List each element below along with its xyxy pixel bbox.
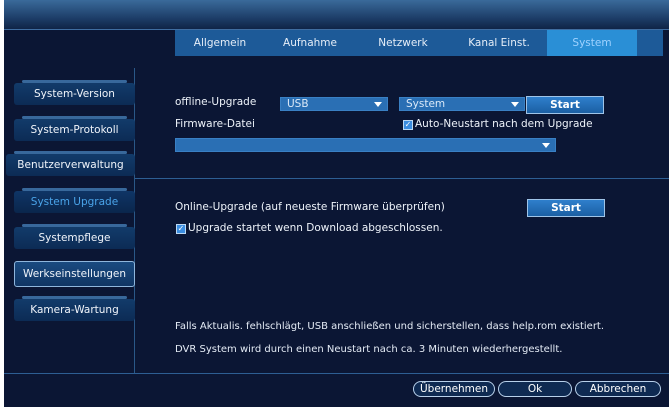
sidebar-item-label: System-Version: [34, 88, 115, 100]
sidebar-item-label: Benutzerverwaltung: [17, 159, 124, 171]
firmware-file-select[interactable]: [175, 138, 556, 152]
chevron-down-icon: [511, 102, 519, 107]
sidebar-item-label: Werkseinstellungen: [22, 268, 127, 280]
tab-aufnahme[interactable]: Aufnahme: [265, 30, 355, 56]
auto-upgrade-label: Upgrade startet wenn Download abgeschlos…: [188, 222, 443, 234]
upgrade-source-value: USB: [287, 98, 309, 110]
sidebar-item-kamera-wartung[interactable]: Kamera-Wartung: [14, 296, 135, 321]
apply-button[interactable]: Übernehmen: [413, 381, 495, 397]
sidebar: System-Version System-Protokoll Benutzer…: [6, 68, 135, 373]
sidebar-item-label: System-Protokoll: [30, 124, 119, 136]
online-start-button[interactable]: Start: [527, 199, 605, 217]
sidebar-item-highlight: [14, 151, 127, 154]
sidebar-item-label: Systempflege: [38, 232, 111, 244]
auto-restart-checkbox[interactable]: ✓: [403, 120, 413, 130]
upgrade-type-value: System: [406, 98, 446, 110]
sidebar-item-system-protokoll[interactable]: System-Protokoll: [14, 116, 135, 141]
sidebar-item-systempflege[interactable]: Systempflege: [14, 224, 135, 249]
chevron-down-icon: [374, 102, 382, 107]
sidebar-item-highlight: [22, 296, 127, 299]
chevron-down-icon: [542, 143, 550, 148]
upgrade-source-select[interactable]: USB: [280, 97, 388, 111]
tab-kanal-einst[interactable]: Kanal Einst.: [451, 30, 547, 56]
auto-restart-label: Auto-Neustart nach dem Upgrade: [415, 118, 593, 130]
sidebar-item-benutzerverwaltung[interactable]: Benutzerverwaltung: [6, 151, 135, 176]
title-bar: [4, 0, 669, 30]
offline-start-button[interactable]: Start: [526, 96, 604, 114]
sidebar-item-highlight: [22, 188, 127, 191]
dvr-settings-window: Allgemein Aufnahme Netzwerk Kanal Einst.…: [4, 0, 669, 407]
offline-upgrade-label: offline-Upgrade: [175, 96, 257, 108]
sidebar-item-highlight: [22, 80, 127, 83]
section-divider: [135, 178, 669, 179]
firmware-file-label: Firmware-Datei: [175, 118, 255, 130]
online-upgrade-label: Online-Upgrade (auf neueste Firmware übe…: [175, 201, 445, 213]
sidebar-item-highlight: [22, 224, 127, 227]
sidebar-item-system-version[interactable]: System-Version: [14, 80, 135, 105]
upgrade-type-select[interactable]: System: [399, 97, 525, 111]
tab-system[interactable]: System: [547, 30, 637, 56]
sidebar-item-highlight: [22, 116, 127, 119]
info-text-restart: DVR System wird durch einen Neustart nac…: [175, 344, 563, 355]
auto-upgrade-checkbox[interactable]: ✓: [176, 224, 186, 234]
tab-bar: Allgemein Aufnahme Netzwerk Kanal Einst.…: [175, 30, 663, 56]
tab-allgemein[interactable]: Allgemein: [175, 30, 265, 56]
sidebar-item-label: System Upgrade: [30, 196, 119, 208]
ok-button[interactable]: Ok: [498, 381, 572, 397]
sidebar-item-label: Kamera-Wartung: [30, 304, 119, 316]
cancel-button[interactable]: Abbrechen: [575, 381, 661, 397]
sidebar-item-system-upgrade[interactable]: System Upgrade: [14, 188, 135, 213]
tab-netzwerk[interactable]: Netzwerk: [355, 30, 451, 56]
sidebar-item-werkseinstellungen[interactable]: Werkseinstellungen: [14, 261, 135, 287]
info-text-usb: Falls Aktualis. fehlschlägt, USB anschli…: [175, 321, 605, 332]
footer-bar: Übernehmen Ok Abbrechen: [4, 373, 669, 407]
